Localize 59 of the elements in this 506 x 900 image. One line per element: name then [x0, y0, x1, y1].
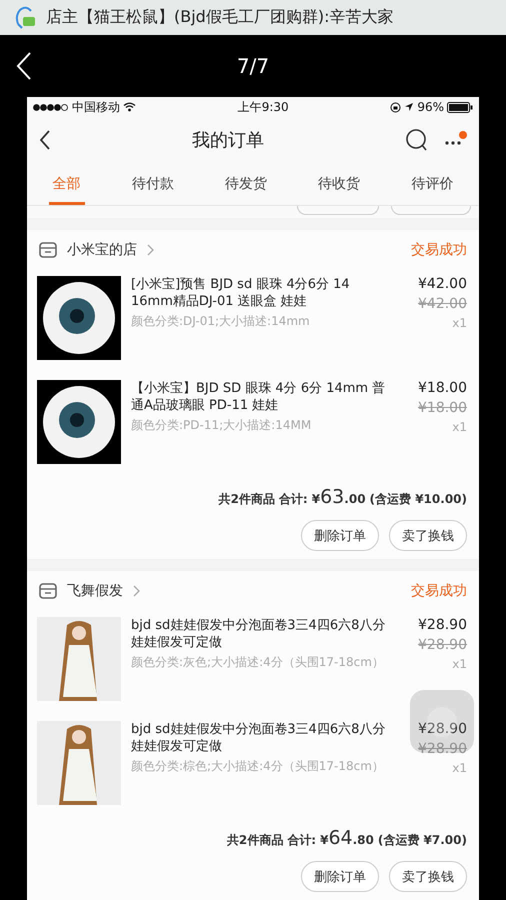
battery-percent: 96% — [417, 100, 444, 114]
price: ¥28.90 — [418, 721, 467, 737]
rotation-lock-icon — [390, 102, 402, 113]
order-tab[interactable]: 待评价 — [407, 165, 458, 206]
product-spec: 颜色分类:PD-11;大小描述:14MM — [131, 417, 312, 433]
original-price: ¥18.00 — [418, 400, 467, 416]
shipping-fee: (含运费 ¥10.00) — [370, 491, 467, 508]
order-status: 交易成功 — [411, 241, 467, 259]
order-tab[interactable]: 待发货 — [220, 165, 271, 206]
location-arrow-icon — [404, 102, 414, 112]
shipping-fee: (含运费 ¥7.00) — [378, 832, 467, 849]
chat-person-icon — [14, 6, 36, 30]
search-icon[interactable] — [405, 128, 429, 152]
product-title[interactable]: 【小米宝】BJD SD 眼珠 4分 6分 14mm 普通A品玻璃眼 PD-11 娃娃 — [131, 380, 395, 414]
original-price: ¥42.00 — [418, 296, 467, 312]
total-label: 合计: — [278, 491, 308, 508]
wifi-icon — [123, 102, 136, 112]
shop-name[interactable]: 小米宝的店 — [67, 241, 137, 259]
carrier: 中国移动 — [72, 98, 120, 116]
back-icon[interactable] — [39, 130, 51, 150]
item-count: 共2件商品 — [226, 832, 284, 849]
product-title[interactable]: bjd sd娃娃假发中分泡面卷3三4四6六8八分娃娃假发可定做 — [131, 721, 395, 755]
status-time: 上午9:30 — [238, 98, 289, 116]
total-amount: ¥63.00 — [312, 486, 366, 508]
product-spec: 颜色分类:灰色;大小描述:4分（头围17-18cm） — [131, 654, 385, 670]
product-spec: 颜色分类:DJ-01;大小描述:14mm — [131, 313, 311, 329]
original-price: ¥28.90 — [418, 741, 467, 757]
price: ¥28.90 — [418, 617, 467, 633]
original-price: ¥28.90 — [418, 637, 467, 653]
sell-button[interactable]: 卖了换钱 — [389, 861, 467, 892]
order-tab[interactable]: 待付款 — [128, 165, 178, 206]
sell-button[interactable]: 卖了换钱 — [389, 520, 467, 551]
delete-order-button[interactable]: 删除订单 — [301, 520, 379, 551]
page-title: 我的订单 — [192, 128, 264, 152]
quantity: x1 — [452, 657, 467, 671]
quantity: x1 — [452, 761, 467, 775]
chevron-right-icon — [147, 244, 155, 256]
delete-order-button[interactable]: 删除订单 — [301, 861, 379, 892]
shop-name[interactable]: 飞舞假发 — [67, 582, 123, 600]
page-counter: 7/7 — [236, 54, 270, 78]
quantity: x1 — [452, 420, 467, 434]
product-title[interactable]: [小米宝]预售 BJD sd 眼珠 4分6分 14 16mm精品DJ-01 送眼盒 娃娃 — [131, 276, 395, 310]
total-amount: ¥64.80 — [320, 827, 374, 849]
product-title[interactable]: bjd sd娃娃假发中分泡面卷3三4四6六8八分娃娃假发可定做 — [131, 617, 395, 651]
assistive-touch-button[interactable] — [410, 690, 474, 753]
battery-icon — [447, 102, 473, 113]
quantity: x1 — [452, 316, 467, 330]
order-status: 交易成功 — [411, 582, 467, 600]
order-tab[interactable]: 待收货 — [314, 165, 364, 206]
store-icon — [39, 583, 57, 599]
notification-text: 店主【猫王松鼠】(Bjd假毛工厂团购群):辛苦大家 — [46, 7, 394, 28]
price: ¥18.00 — [418, 380, 467, 396]
price: ¥42.00 — [418, 276, 467, 292]
store-icon — [39, 242, 57, 258]
signal-icon — [33, 104, 69, 111]
chevron-right-icon — [133, 585, 141, 597]
product-spec: 颜色分类:棕色;大小描述:4分（头围17-18cm） — [131, 758, 385, 774]
item-count: 共2件商品 — [218, 491, 275, 508]
total-label: 合计: — [287, 832, 316, 849]
